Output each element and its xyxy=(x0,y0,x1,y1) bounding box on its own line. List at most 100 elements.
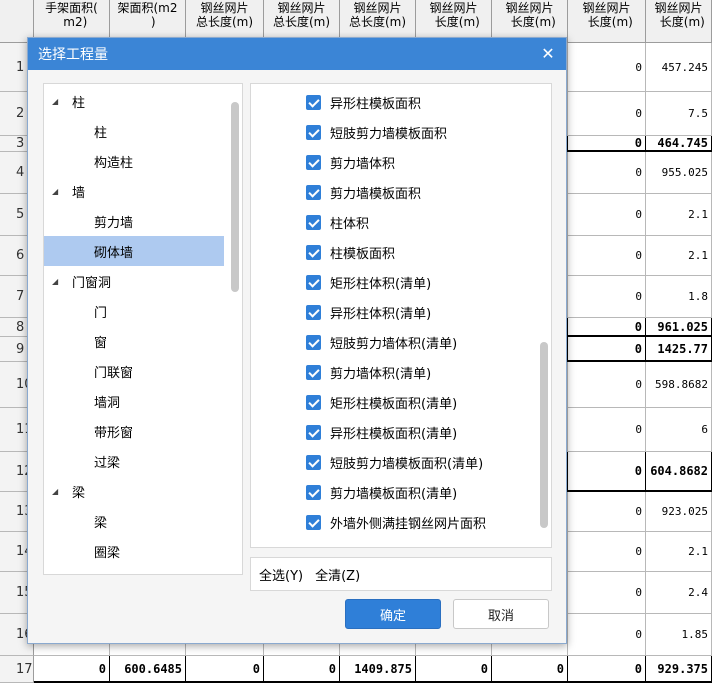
checklist-scrollbar[interactable] xyxy=(540,342,548,528)
checkbox-checked-icon[interactable] xyxy=(306,364,321,380)
table-cell[interactable]: 464.745 xyxy=(646,136,712,150)
checklist-item[interactable]: 异形柱模板面积(清单) xyxy=(306,417,457,447)
checkbox-checked-icon[interactable] xyxy=(306,454,321,470)
table-cell[interactable]: 0 xyxy=(416,656,492,681)
tree-item[interactable]: 构造柱 xyxy=(44,146,224,176)
table-cell[interactable]: 0 xyxy=(568,194,646,235)
expand-arrow-icon[interactable]: ◢ xyxy=(52,97,64,106)
checklist-item[interactable]: 异形柱体积(清单) xyxy=(306,297,431,327)
tree-item[interactable]: 墙洞 xyxy=(44,386,224,416)
checkbox-checked-icon[interactable] xyxy=(306,394,321,410)
expand-arrow-icon[interactable]: ◢ xyxy=(52,277,64,286)
table-cell[interactable]: 2.1 xyxy=(646,236,712,275)
table-cell[interactable]: 2.4 xyxy=(646,572,712,613)
checkbox-checked-icon[interactable] xyxy=(306,214,321,230)
tree-item[interactable]: 柱 xyxy=(44,116,224,146)
checklist-item[interactable]: 剪力墙体积 xyxy=(306,147,395,177)
checkbox-checked-icon[interactable] xyxy=(306,274,321,290)
table-cell[interactable]: 0 xyxy=(264,656,340,681)
tree-item[interactable]: 窗 xyxy=(44,326,224,356)
checklist-item[interactable]: 剪力墙模板面积 xyxy=(306,177,421,207)
table-cell[interactable]: 0 xyxy=(568,532,646,571)
table-cell[interactable]: 923.025 xyxy=(646,492,712,531)
tree-item[interactable]: 圈梁 xyxy=(44,536,224,566)
checkbox-checked-icon[interactable] xyxy=(306,184,321,200)
table-cell[interactable]: 1425.77 xyxy=(646,337,712,360)
tree-scrollbar[interactable] xyxy=(231,102,239,292)
tree-group[interactable]: ◢ 梁 xyxy=(44,476,224,506)
checkbox-checked-icon[interactable] xyxy=(306,94,321,110)
clear-all-button[interactable]: 全清(Z) xyxy=(307,565,364,584)
table-cell[interactable]: 0 xyxy=(568,337,646,360)
tree-item[interactable]: 梁 xyxy=(44,506,224,536)
tree-group[interactable]: ◢ 墙 xyxy=(44,176,224,206)
checkbox-checked-icon[interactable] xyxy=(306,424,321,440)
checklist-item[interactable]: 剪力墙体积(清单) xyxy=(306,357,431,387)
tree-item[interactable]: 剪力墙 xyxy=(44,206,224,236)
tree-group[interactable]: ◢ 门窗洞 xyxy=(44,266,224,296)
table-cell[interactable]: 1.85 xyxy=(646,614,712,655)
row-number[interactable]: 17 xyxy=(0,656,34,683)
table-cell[interactable]: 0 xyxy=(568,43,646,91)
expand-arrow-icon[interactable]: ◢ xyxy=(52,187,64,196)
tree-item[interactable]: 砌体墙 xyxy=(44,236,224,266)
checklist-item[interactable]: 柱模板面积 xyxy=(306,237,395,267)
table-cell[interactable]: 604.8682 xyxy=(646,452,712,490)
table-cell[interactable]: 2.1 xyxy=(646,532,712,571)
expand-arrow-icon[interactable]: ◢ xyxy=(52,487,64,496)
column-header[interactable]: 钢丝网片 长度(m) xyxy=(646,0,712,43)
table-cell[interactable]: 0 xyxy=(568,362,646,407)
tree-item[interactable]: 门联窗 xyxy=(44,356,224,386)
ok-button[interactable]: 确定 xyxy=(345,599,441,629)
checkbox-checked-icon[interactable] xyxy=(306,154,321,170)
checkbox-checked-icon[interactable] xyxy=(306,334,321,350)
checklist-item[interactable]: 柱体积 xyxy=(306,207,369,237)
table-cell[interactable]: 7.5 xyxy=(646,92,712,135)
cancel-button[interactable]: 取消 xyxy=(453,599,549,629)
checklist-item[interactable]: 矩形柱模板面积(清单) xyxy=(306,387,457,417)
checklist-item[interactable]: 短肢剪力墙模板面积 xyxy=(306,117,447,147)
table-cell[interactable]: 600.6485 xyxy=(110,656,186,681)
table-cell[interactable]: 0 xyxy=(34,656,110,681)
table-cell[interactable]: 6 xyxy=(646,408,712,451)
tree-group[interactable]: ◢ 柱 xyxy=(44,86,224,116)
table-cell[interactable]: 1409.875 xyxy=(340,656,416,681)
tree-item[interactable]: 过梁 xyxy=(44,446,224,476)
table-cell[interactable]: 0 xyxy=(568,152,646,193)
table-cell[interactable]: 0 xyxy=(568,572,646,613)
checklist-item[interactable]: 短肢剪力墙模板面积(清单) xyxy=(306,447,483,477)
table-cell[interactable]: 0 xyxy=(568,656,646,681)
table-cell[interactable]: 0 xyxy=(568,92,646,135)
table-cell[interactable]: 0 xyxy=(568,492,646,531)
table-cell[interactable]: 0 xyxy=(568,452,646,490)
table-cell[interactable]: 929.375 xyxy=(646,656,712,681)
checkbox-checked-icon[interactable] xyxy=(306,514,321,530)
checklist-item[interactable]: 剪力墙模板面积(清单) xyxy=(306,477,457,507)
checklist-item[interactable]: 异形柱模板面积 xyxy=(306,87,421,117)
checkbox-checked-icon[interactable] xyxy=(306,484,321,500)
table-cell[interactable]: 961.025 xyxy=(646,318,712,335)
table-cell[interactable]: 0 xyxy=(568,318,646,335)
table-cell[interactable]: 0 xyxy=(186,656,264,681)
checklist-item[interactable]: 外墙外侧满挂钢丝网片面积 xyxy=(306,507,486,537)
tree-item[interactable]: 门 xyxy=(44,296,224,326)
table-cell[interactable]: 0 xyxy=(568,614,646,655)
table-cell[interactable]: 0 xyxy=(568,408,646,451)
checkbox-checked-icon[interactable] xyxy=(306,124,321,140)
table-cell[interactable]: 0 xyxy=(492,656,568,681)
tree-group[interactable]: ◢板 xyxy=(44,566,224,574)
table-cell[interactable]: 0 xyxy=(568,276,646,317)
checklist-item[interactable]: 短肢剪力墙体积(清单) xyxy=(306,327,457,357)
table-cell[interactable]: 457.245 xyxy=(646,43,712,91)
table-cell[interactable]: 2.1 xyxy=(646,194,712,235)
tree-item[interactable]: 带形窗 xyxy=(44,416,224,446)
checklist-item[interactable]: 矩形柱体积(清单) xyxy=(306,267,431,297)
table-cell[interactable]: 1.8 xyxy=(646,276,712,317)
table-cell[interactable]: 955.025 xyxy=(646,152,712,193)
checkbox-checked-icon[interactable] xyxy=(306,304,321,320)
checkbox-checked-icon[interactable] xyxy=(306,244,321,260)
column-header[interactable]: 钢丝网片 长度(m) xyxy=(568,0,646,43)
table-cell[interactable]: 0 xyxy=(568,136,646,150)
close-icon[interactable]: ✕ xyxy=(538,44,558,64)
table-cell[interactable]: 0 xyxy=(568,236,646,275)
